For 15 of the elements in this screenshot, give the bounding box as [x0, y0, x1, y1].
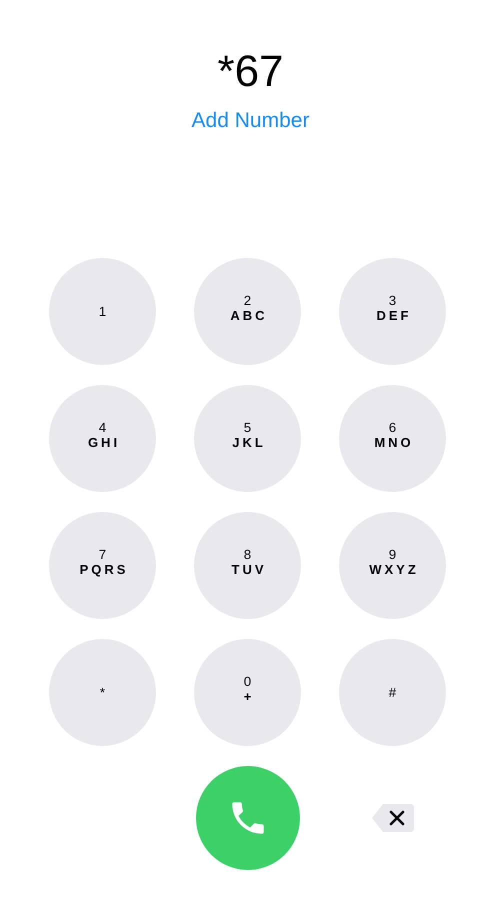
backspace-button[interactable]: [370, 802, 414, 834]
keypad-key[interactable]: 4 GHI: [49, 385, 156, 492]
keypad-key[interactable]: 6 MNO: [339, 385, 446, 492]
keypad-key[interactable]: 2 ABC: [194, 258, 301, 365]
keypad-key[interactable]: 7 PQRS: [49, 512, 156, 619]
keypad-key[interactable]: #: [339, 639, 446, 746]
keypad-key[interactable]: 8 TUV: [194, 512, 301, 619]
keypad-key[interactable]: 5 JKL: [194, 385, 301, 492]
keypad-key[interactable]: 1: [49, 258, 156, 365]
keypad-key[interactable]: *: [49, 639, 156, 746]
backspace-icon: [370, 802, 414, 834]
dialed-number: *67: [217, 48, 284, 96]
keypad-key[interactable]: 9 WXYZ: [339, 512, 446, 619]
keypad-key[interactable]: 0 +: [194, 639, 301, 746]
keypad-key[interactable]: 3 DEF: [339, 258, 446, 365]
